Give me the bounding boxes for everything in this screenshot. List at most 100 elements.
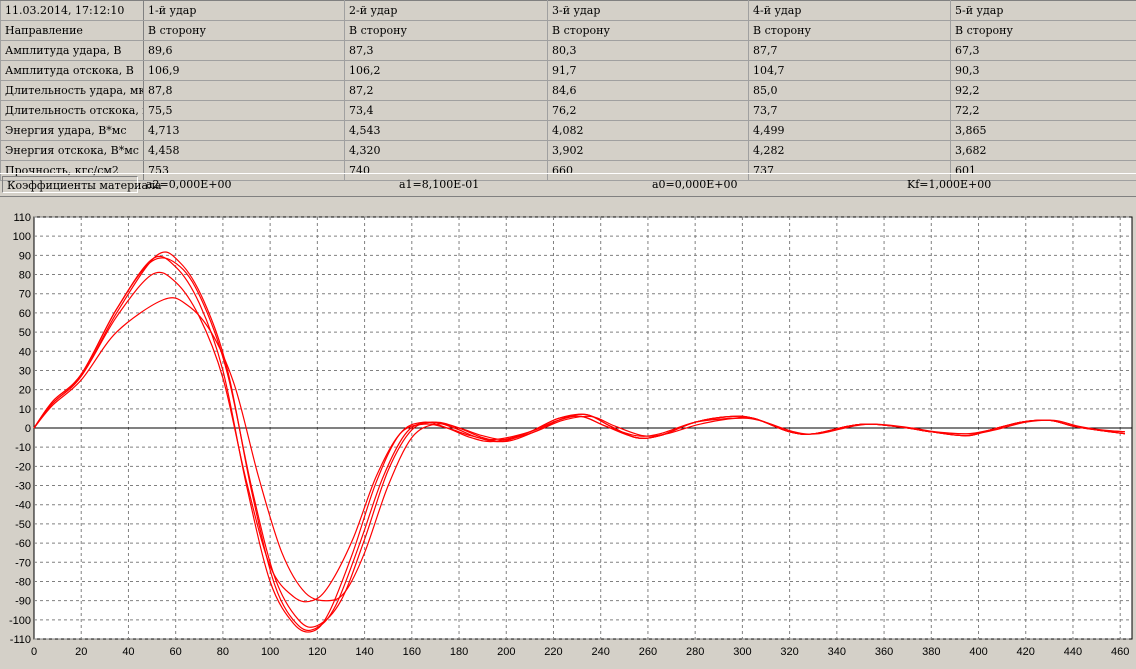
y-tick-label: -60 <box>15 538 31 550</box>
table-cell: 92,2 <box>950 80 1136 101</box>
table-cell: 104,7 <box>748 60 951 81</box>
table-cell: 106,2 <box>344 60 548 81</box>
y-tick-label: -30 <box>15 481 31 493</box>
x-tick-label: 60 <box>170 646 182 658</box>
table-row: Направление В сторону В сторону В сторону В … <box>0 20 1136 41</box>
table-cell: 73,7 <box>748 100 951 121</box>
y-tick-label: 20 <box>19 385 31 397</box>
y-tick-label: 0 <box>25 423 31 435</box>
table-cell: 91,7 <box>547 60 749 81</box>
row-label: Длительность отскока, мкс <box>0 100 144 121</box>
table-cell: 84,6 <box>547 80 749 101</box>
table-row: Длительность удара, мкс 87,8 87,2 84,6 85,0 9… <box>0 80 1136 101</box>
y-tick-labels: 1101009080706050403020100-10-20-30-40-50… <box>9 212 31 646</box>
row-label: Длительность удара, мкс <box>0 80 144 101</box>
table-cell: В сторону <box>143 20 345 41</box>
table-row: Энергия отскока, В*мс 4,458 4,320 3,902 4,28… <box>0 140 1136 161</box>
y-tick-label: -50 <box>15 519 31 531</box>
material-coefficients-bar: Коэффициенты материала a2=0,000E+00 a1=8… <box>0 173 1136 197</box>
strike-column-header: 4-й удар <box>748 0 951 21</box>
y-tick-label: -80 <box>15 576 31 588</box>
x-tick-labels: 0 20 40 60 80 100 120 140 160 180 200 220 240 260 280 3… <box>31 646 1129 658</box>
x-tick-label: 180 <box>450 646 468 658</box>
table-cell: В сторону <box>344 20 548 41</box>
table-cell: В сторону <box>547 20 749 41</box>
table-cell: 4,499 <box>748 120 951 141</box>
x-tick-label: 320 <box>780 646 798 658</box>
row-label: Направление <box>0 20 144 41</box>
y-tick-label: 30 <box>19 365 31 377</box>
table-cell: 4,543 <box>344 120 548 141</box>
x-tick-label: 40 <box>122 646 134 658</box>
table-cell: 87,8 <box>143 80 345 101</box>
x-tick-label: 240 <box>592 646 610 658</box>
x-tick-label: 20 <box>75 646 87 658</box>
timestamp-cell: 11.03.2014, 17:12:10 <box>0 0 144 21</box>
table-cell: В сторону <box>748 20 951 41</box>
table-cell: 4,320 <box>344 140 548 161</box>
y-tick-label: -20 <box>15 461 31 473</box>
table-cell: 3,682 <box>950 140 1136 161</box>
x-tick-label: 140 <box>355 646 373 658</box>
table-cell: 67,3 <box>950 40 1136 61</box>
row-label: Энергия удара, В*мс <box>0 120 144 141</box>
x-tick-label: 440 <box>1064 646 1082 658</box>
table-row: Длительность отскока, мкс75,573,476,273,… <box>0 100 1136 121</box>
x-tick-label: 300 <box>733 646 751 658</box>
table-row: Амплитуда удара, В 89,6 87,3 80,3 87,7 67,3 <box>0 40 1136 61</box>
x-tick-label: 100 <box>261 646 279 658</box>
table-cell: 80,3 <box>547 40 749 61</box>
table-cell: 75,5 <box>143 100 345 121</box>
x-tick-label: 280 <box>686 646 704 658</box>
y-tick-label: 110 <box>13 212 31 224</box>
table-row: Амплитуда отскока, В 106,9 106,2 91,7 104,7 9… <box>0 60 1136 81</box>
x-tick-label: 420 <box>1017 646 1035 658</box>
y-tick-label: 60 <box>19 308 31 320</box>
y-tick-label: 10 <box>19 404 31 416</box>
coefficients-label: Коэффициенты материала <box>2 176 162 193</box>
coefficient-kf: Kf=1,000E+00 <box>907 178 992 191</box>
table-cell: 85,0 <box>748 80 951 101</box>
y-tick-label: -110 <box>10 634 31 646</box>
row-label: Амплитуда удара, В <box>0 40 144 61</box>
y-tick-label: -100 <box>9 615 31 627</box>
table-header-row: 11.03.2014, 17:12:10 1-й удар 2-й удар 3-й … <box>0 0 1136 21</box>
table-cell: 87,2 <box>344 80 548 101</box>
x-tick-label: 80 <box>217 646 229 658</box>
table-cell: 4,458 <box>143 140 345 161</box>
table-cell: 4,082 <box>547 120 749 141</box>
strike-column-header: 1-й удар <box>143 0 345 21</box>
y-tick-label: -40 <box>15 500 31 512</box>
table-cell: 106,9 <box>143 60 345 81</box>
x-tick-label: 400 <box>969 646 987 658</box>
table-cell: 87,3 <box>344 40 548 61</box>
x-tick-label: 380 <box>922 646 940 658</box>
x-tick-label: 0 <box>31 646 37 658</box>
y-tick-label: -10 <box>15 442 31 454</box>
table-cell: В сторону <box>950 20 1136 41</box>
y-tick-label: -70 <box>15 557 31 569</box>
strike-column-header: 5-й удар <box>950 0 1136 21</box>
row-label: Энергия отскока, В*мс <box>0 140 144 161</box>
x-tick-label: 200 <box>497 646 515 658</box>
coefficient-a2: a2=0,000E+00 <box>146 178 232 191</box>
y-tick-label: 90 <box>19 250 31 262</box>
x-tick-label: 160 <box>403 646 421 658</box>
table-cell: 3,902 <box>547 140 749 161</box>
strike-column-header: 3-й удар <box>547 0 749 21</box>
table-row: Энергия удара, В*мс 4,713 4,543 4,082 4,499 3… <box>0 120 1136 141</box>
table-cell: 76,2 <box>547 100 749 121</box>
table-cell: 3,865 <box>950 120 1136 141</box>
x-tick-label: 120 <box>308 646 326 658</box>
table-cell: 89,6 <box>143 40 345 61</box>
x-tick-label: 260 <box>639 646 657 658</box>
coefficient-a1: a1=8,100E-01 <box>399 178 480 191</box>
y-tick-label: 80 <box>19 270 31 282</box>
table-cell: 87,7 <box>748 40 951 61</box>
table-cell: 4,713 <box>143 120 345 141</box>
table-cell: 73,4 <box>344 100 548 121</box>
x-tick-label: 220 <box>544 646 562 658</box>
x-tick-label: 340 <box>828 646 846 658</box>
results-table: 11.03.2014, 17:12:10 1-й удар 2-й удар 3-й … <box>0 0 1136 181</box>
x-tick-label: 360 <box>875 646 893 658</box>
